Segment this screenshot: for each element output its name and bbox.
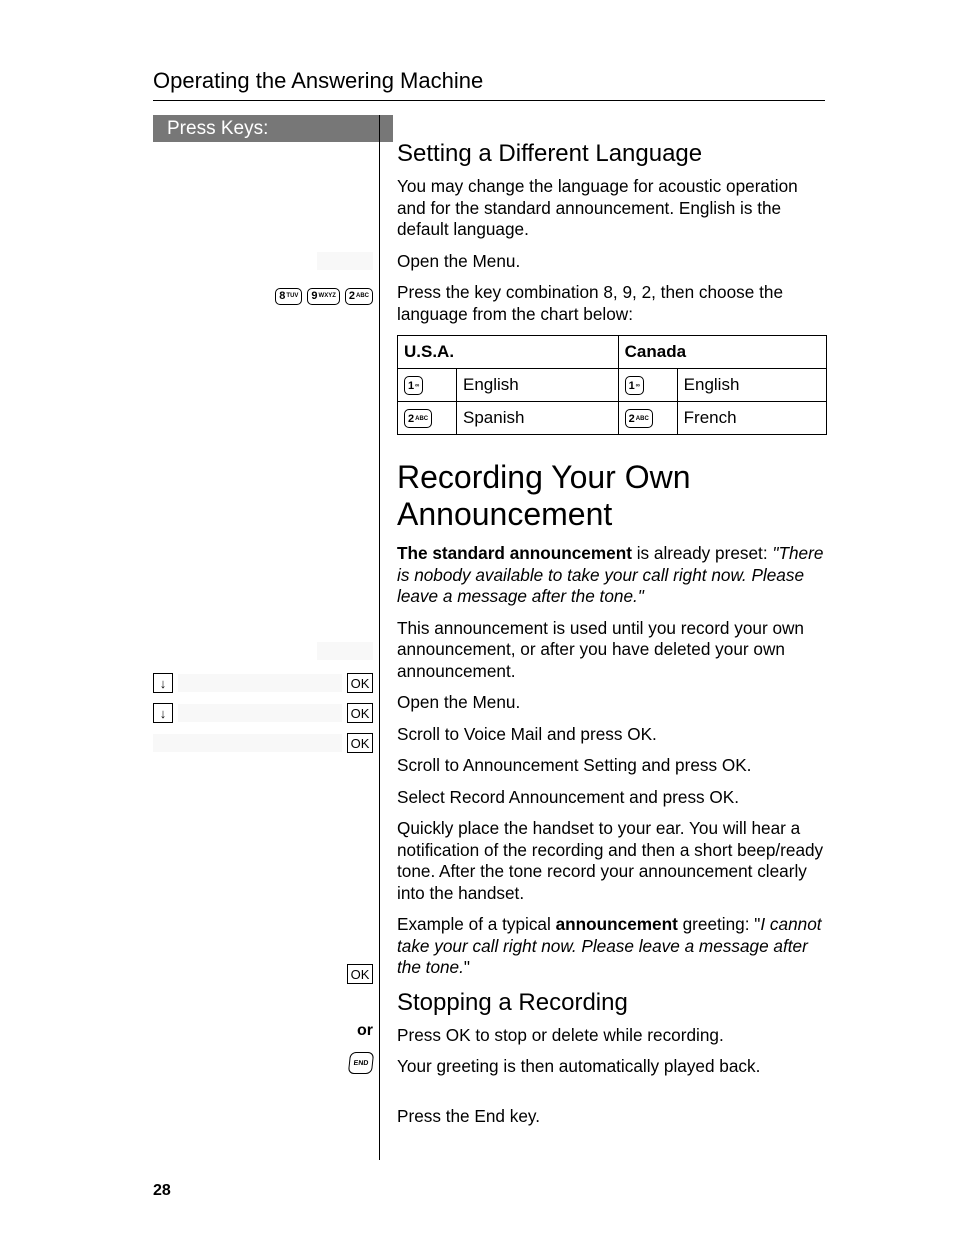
side-end-key: END <box>153 1049 379 1077</box>
para-playback: Your greeting is then automatically play… <box>397 1056 827 1078</box>
key-1-icon: 1∞ <box>625 376 644 395</box>
language-table: U.S.A. Canada 1∞ English 1∞ English 2ABC… <box>397 335 827 435</box>
cell-english-usa: English <box>457 369 619 402</box>
para-key-combo: Press the key combination 8, 9, 2, then … <box>397 282 827 325</box>
table-header-usa: U.S.A. <box>398 336 619 369</box>
para-select-record: Select Record Announcement and press OK. <box>397 787 827 809</box>
para-until-record: This announcement is used until you reco… <box>397 618 827 683</box>
side-scroll-voicemail: ↓ OK <box>153 669 379 697</box>
side-open-menu-1 <box>153 247 379 275</box>
end-key-icon: END <box>348 1052 374 1074</box>
key-1-icon: 1∞ <box>404 376 423 395</box>
ok-button-icon: OK <box>347 733 373 753</box>
ok-button-icon: OK <box>347 964 373 984</box>
key-2-icon: 2ABC <box>404 409 432 428</box>
cell-spanish: Spanish <box>457 402 619 435</box>
para-scroll-voicemail: Scroll to Voice Mail and press OK. <box>397 724 827 746</box>
key-2-icon: 2ABC <box>345 288 373 305</box>
content-column: Setting a Different Language You may cha… <box>397 130 827 1137</box>
heading-stopping-recording: Stopping a Recording <box>397 989 827 1017</box>
heading-recording-announcement: Recording Your Own Announcement <box>397 459 827 533</box>
voicemail-placeholder <box>178 674 342 692</box>
page-number: 28 <box>153 1182 171 1200</box>
menu-placeholder-icon <box>317 642 373 660</box>
para-example-greeting: Example of a typical announcement greeti… <box>397 914 827 979</box>
table-header-canada: Canada <box>618 336 826 369</box>
para-scroll-announcement: Scroll to Announcement Setting and press… <box>397 755 827 777</box>
sidebar-divider <box>379 115 380 1160</box>
page-header: Operating the Answering Machine <box>153 68 483 94</box>
para-open-menu-2: Open the Menu. <box>397 692 827 714</box>
side-open-menu-2 <box>153 637 379 665</box>
side-scroll-announcement: ↓ OK <box>153 699 379 727</box>
cell-english-canada: English <box>677 369 826 402</box>
press-keys-title: Press Keys: <box>153 115 393 142</box>
para-handset: Quickly place the handset to your ear. Y… <box>397 818 827 904</box>
down-arrow-icon: ↓ <box>153 703 173 723</box>
table-row: 1∞ English 1∞ English <box>398 369 827 402</box>
para-press-end: Press the End key. <box>397 1106 827 1128</box>
side-key-sequence: 8TUV 9WXYZ 2ABC <box>153 282 379 310</box>
key-2-icon: 2ABC <box>625 409 653 428</box>
para-open-menu-1: Open the Menu. <box>397 251 827 273</box>
announcement-placeholder <box>178 704 342 722</box>
heading-setting-language: Setting a Different Language <box>397 140 827 168</box>
key-9-icon: 9WXYZ <box>307 288 339 305</box>
table-row: 2ABC Spanish 2ABC French <box>398 402 827 435</box>
key-8-icon: 8TUV <box>275 288 302 305</box>
ok-button-icon: OK <box>347 673 373 693</box>
header-rule <box>153 100 825 101</box>
menu-placeholder-icon <box>317 252 373 270</box>
para-standard-announcement: The standard announcement is already pre… <box>397 543 827 608</box>
or-label: or <box>357 1022 373 1040</box>
record-placeholder <box>153 734 342 752</box>
cell-french: French <box>677 402 826 435</box>
side-ok-stop: OK <box>153 960 379 988</box>
ok-button-icon: OK <box>347 703 373 723</box>
side-select-record: OK <box>153 729 379 757</box>
down-arrow-icon: ↓ <box>153 673 173 693</box>
para-lang-intro: You may change the language for acoustic… <box>397 176 827 241</box>
side-or: or <box>153 1017 379 1045</box>
para-press-ok-stop: Press OK to stop or delete while recordi… <box>397 1025 827 1047</box>
manual-page: Operating the Answering Machine Press Ke… <box>0 0 954 1235</box>
